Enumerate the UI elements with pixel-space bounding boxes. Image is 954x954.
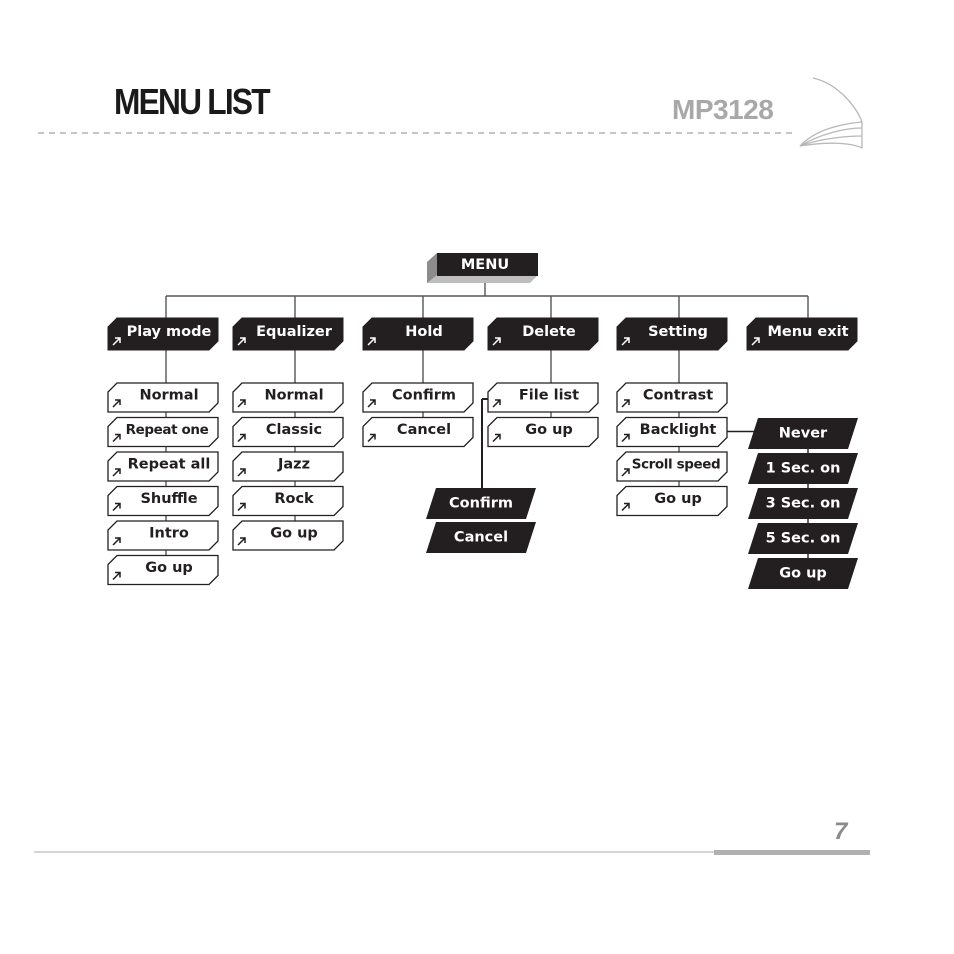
node-label: 5 Sec. on (766, 531, 841, 547)
node-label: Delete (522, 324, 576, 340)
submenu-item-delete-cancel[interactable]: Cancel (426, 522, 536, 553)
root-bevel-bottom (427, 275, 538, 283)
node-label: Shuffle (140, 491, 197, 507)
menu-item-delete-file-list[interactable]: File list (487, 382, 599, 413)
menu-item-play-mode-intro[interactable]: Intro (107, 520, 219, 551)
menu-item-delete-go-up[interactable]: Go up (487, 416, 599, 448)
category-menu-exit[interactable]: Menu exit (746, 317, 858, 351)
submenu-item-backlight-never[interactable]: Never (748, 418, 858, 449)
logo-swoosh-icon (799, 77, 863, 149)
menu-root-node[interactable]: MENU (427, 253, 538, 283)
node-label: Go up (145, 560, 193, 576)
menu-item-play-mode-shuffle[interactable]: Shuffle (107, 485, 219, 517)
submenu-item-backlight-3-sec-on[interactable]: 3 Sec. on (748, 488, 858, 519)
category-play-mode[interactable]: Play mode (107, 317, 219, 351)
category-hold[interactable]: Hold (362, 317, 474, 351)
node-label: Play mode (127, 324, 212, 340)
submenu-item-delete-confirm[interactable]: Confirm (426, 488, 536, 519)
menu-tree-diagram: MENU Play mode Normal Repeat one Repeat all S… (34, 77, 870, 855)
node-label: Repeat one (126, 422, 209, 438)
node-label: Rock (274, 491, 314, 507)
node-label: 3 Sec. on (766, 496, 841, 512)
menu-item-equalizer-jazz[interactable]: Jazz (232, 451, 344, 482)
node-label: Repeat all (128, 457, 211, 473)
menu-item-equalizer-rock[interactable]: Rock (232, 485, 344, 517)
submenu-item-backlight-1-sec-on[interactable]: 1 Sec. on (748, 453, 858, 484)
menu-item-play-mode-go-up[interactable]: Go up (107, 554, 219, 586)
menu-item-play-mode-repeat-one[interactable]: Repeat one (107, 416, 219, 448)
menu-item-play-mode-repeat-all[interactable]: Repeat all (107, 451, 219, 482)
node-label: Go up (525, 422, 573, 438)
node-label: Go up (779, 566, 827, 582)
node-label: Menu exit (767, 324, 848, 340)
node-label: Setting (648, 324, 708, 340)
category-equalizer[interactable]: Equalizer (232, 317, 344, 351)
node-label: Contrast (643, 388, 713, 404)
node-label: Normal (139, 388, 198, 404)
node-label: Cancel (397, 422, 451, 438)
node-label: Hold (405, 324, 442, 340)
menu-item-hold-confirm[interactable]: Confirm (362, 382, 474, 413)
node-label: Confirm (449, 496, 513, 512)
menu-item-hold-cancel[interactable]: Cancel (362, 416, 474, 448)
node-label: Classic (266, 422, 322, 438)
menu-item-equalizer-classic[interactable]: Classic (232, 416, 344, 448)
node-label: Jazz (277, 457, 310, 473)
node-label: Scroll speed (632, 457, 721, 473)
node-label: Backlight (640, 422, 717, 438)
node-label: Never (779, 426, 828, 442)
node-label: 1 Sec. on (766, 461, 841, 477)
menu-item-setting-scroll-speed[interactable]: Scroll speed (616, 451, 728, 482)
node-label: File list (519, 388, 579, 404)
node-label: Cancel (454, 530, 508, 546)
menu-item-setting-backlight[interactable]: Backlight (616, 416, 728, 448)
node-label: Intro (149, 526, 189, 542)
node-label: Normal (264, 388, 323, 404)
menu-item-equalizer-normal[interactable]: Normal (232, 382, 344, 413)
menu-item-setting-contrast[interactable]: Contrast (616, 382, 728, 413)
node-label: Go up (270, 526, 318, 542)
footer-page-bar (714, 850, 870, 855)
category-delete[interactable]: Delete (487, 317, 599, 351)
menu-item-play-mode-normal[interactable]: Normal (107, 382, 219, 413)
category-setting[interactable]: Setting (616, 317, 728, 351)
menu-item-equalizer-go-up[interactable]: Go up (232, 520, 344, 551)
node-label: Go up (654, 491, 702, 507)
submenu-item-backlight-go-up[interactable]: Go up (748, 558, 858, 589)
node-label: Confirm (392, 388, 456, 404)
node-label: MENU (461, 257, 509, 273)
node-label: Equalizer (256, 324, 333, 340)
submenu-item-backlight-5-sec-on[interactable]: 5 Sec. on (748, 523, 858, 554)
menu-item-setting-go-up[interactable]: Go up (616, 485, 728, 517)
